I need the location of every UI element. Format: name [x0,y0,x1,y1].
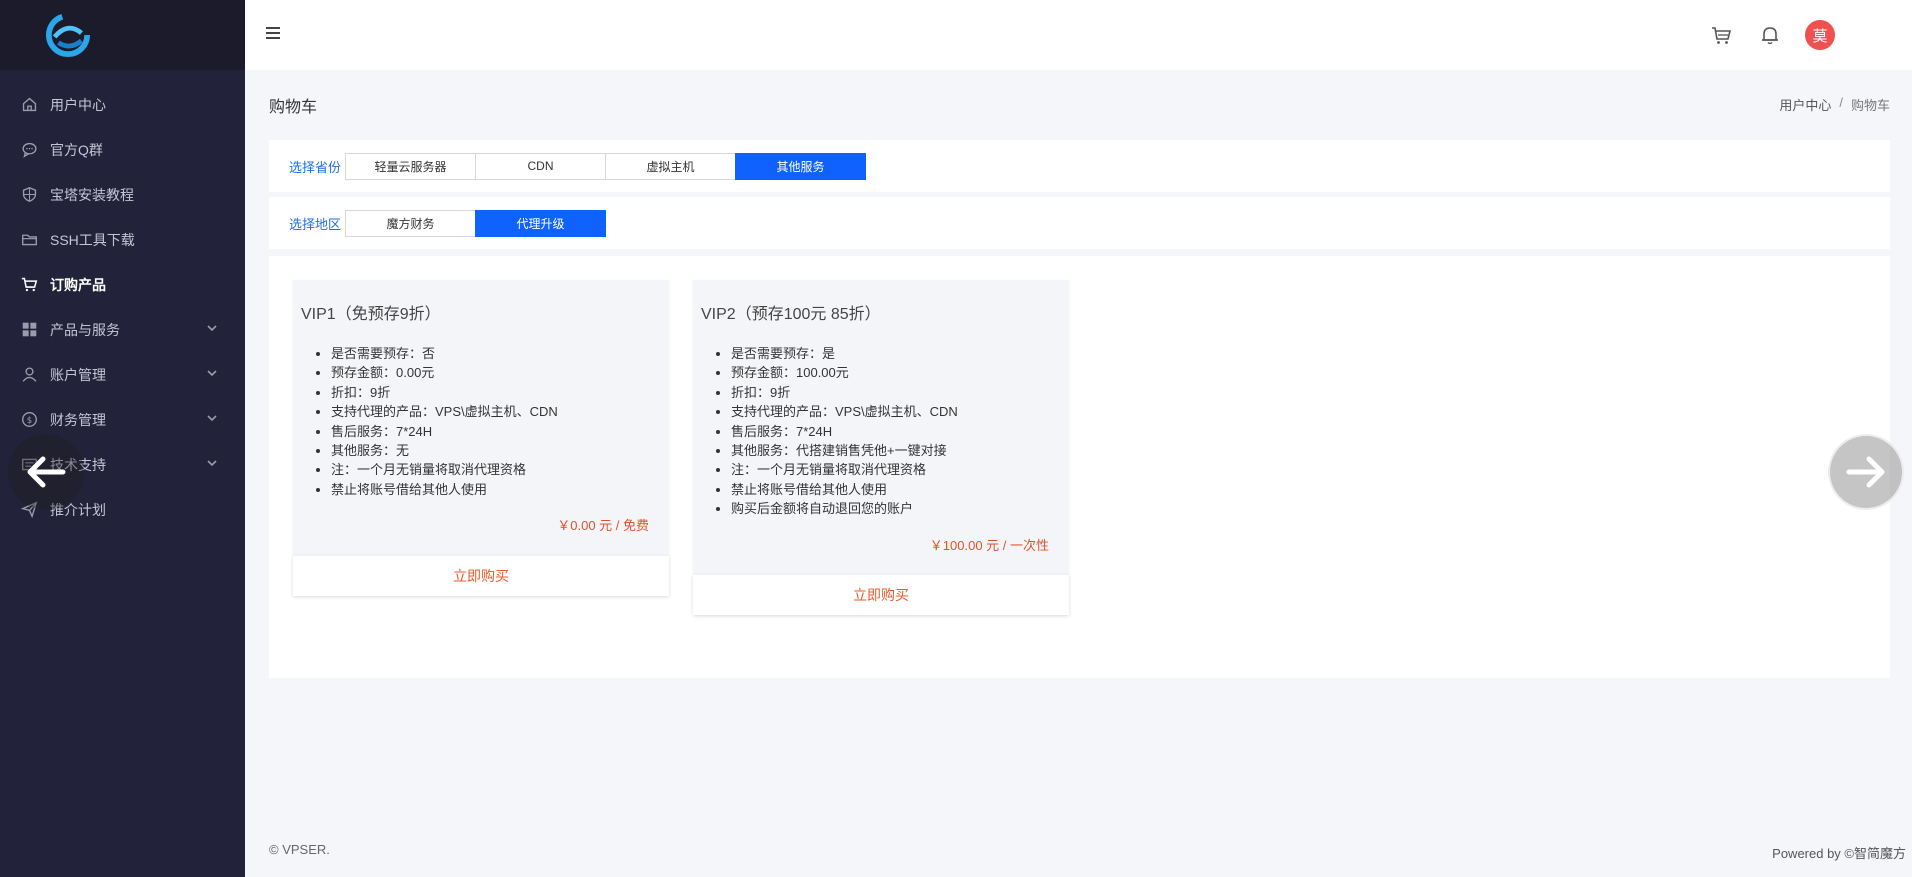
breadcrumb-separator: / [1839,95,1843,110]
feature-item: 预存金额：100.00元 [731,363,1069,382]
product-price: ￥100.00 元 / 一次性 [929,537,1049,553]
feature-item: 折扣：9折 [331,383,669,402]
sidebar-item-label: 用户中心 [50,96,106,113]
arrow-right-icon [1846,456,1885,488]
dollar-icon: $ [20,411,38,429]
product-price: ￥0.00 元 / 免费 [557,518,649,534]
feature-item: 注：一个月无销量将取消代理资格 [331,460,669,479]
buy-now-button[interactable]: 立即购买 [693,575,1069,615]
region-segmented-control: 魔方财务 代理升级 [345,209,606,237]
product-features: 是否需要预存：否 预存金额：0.00元 折扣：9折 支持代理的产品：VPS\虚拟… [293,324,669,499]
breadcrumb: 用户中心 / 购物车 [1779,95,1890,114]
sidebar-item-label: 订购产品 [50,276,106,293]
feature-item: 支持代理的产品：VPS\虚拟主机、CDN [731,402,1069,421]
svg-text:$: $ [26,416,31,426]
products-panel: VIP1（免预存9折） 是否需要预存：否 预存金额：0.00元 折扣：9折 支持… [269,256,1890,678]
tab-other-services[interactable]: 其他服务 [735,152,866,180]
topbar: 莫 [245,0,1912,70]
product-title: VIP1（免预存9折） [301,306,441,323]
province-segmented-control: 轻量云服务器 CDN 虚拟主机 其他服务 [345,152,866,180]
folder-icon [20,231,38,249]
product-title: VIP2（预存100元 85折） [701,306,881,323]
tab-lightweight-cloud-server[interactable]: 轻量云服务器 [345,152,476,180]
feature-item: 购买后金额将自动退回您的账户 [731,499,1069,518]
carousel-prev-button[interactable] [8,434,84,510]
sidebar-item-label: 宝塔安装教程 [50,186,134,203]
home-icon [20,96,38,114]
shopping-cart-icon[interactable] [1710,24,1732,46]
sidebar-item-label: 产品与服务 [50,321,120,338]
hamburger-menu-icon[interactable] [264,24,282,42]
chat-icon [20,141,38,159]
chevron-down-icon [207,415,217,422]
sidebar-item-user-center[interactable]: 用户中心 [0,82,245,127]
region-filter-row: 选择地区 魔方财务 代理升级 [269,197,1890,249]
shield-icon [20,186,38,204]
region-filter-label: 选择地区 [289,216,342,232]
feature-item: 是否需要预存：是 [731,344,1069,363]
sidebar-item-order-products[interactable]: 订购产品 [0,262,245,307]
feature-item: 禁止将账号借给其他人使用 [331,480,669,499]
feature-item: 是否需要预存：否 [331,344,669,363]
breadcrumb-current: 购物车 [1850,98,1890,113]
feature-item: 售后服务：7*24H [731,422,1069,441]
feature-item: 其他服务：代搭建销售凭他+一键对接 [731,441,1069,460]
product-card-vip2: VIP2（预存100元 85折） 是否需要预存：是 预存金额：100.00元 折… [693,280,1069,615]
carousel-next-button[interactable] [1828,434,1904,510]
sidebar-item-label: SSH工具下载 [50,231,135,248]
sidebar-item-label: 财务管理 [50,411,106,428]
feature-item: 注：一个月无销量将取消代理资格 [731,460,1069,479]
product-card-vip1: VIP1（免预存9折） 是否需要预存：否 预存金额：0.00元 折扣：9折 支持… [293,280,669,596]
feature-item: 预存金额：0.00元 [331,363,669,382]
tab-agent-upgrade[interactable]: 代理升级 [475,209,606,237]
sidebar-item-ssh-download[interactable]: SSH工具下载 [0,217,245,262]
footer-copyright: © VPSER. [269,842,330,857]
logo-icon [45,12,91,58]
feature-item: 支持代理的产品：VPS\虚拟主机、CDN [331,402,669,421]
user-icon [20,366,38,384]
tab-mofang-finance[interactable]: 魔方财务 [345,209,476,237]
avatar[interactable]: 莫 [1805,20,1835,50]
logo[interactable] [0,0,245,70]
sidebar-item-qq-group[interactable]: 官方Q群 [0,127,245,172]
sidebar-item-label: 官方Q群 [50,141,103,158]
product-features: 是否需要预存：是 预存金额：100.00元 折扣：9折 支持代理的产品：VPS\… [693,324,1069,519]
cart-icon [20,276,38,294]
tab-cdn[interactable]: CDN [475,152,606,180]
chevron-down-icon [207,370,217,377]
chevron-down-icon [207,325,217,332]
feature-item: 售后服务：7*24H [331,422,669,441]
grid-icon [20,321,38,339]
feature-item: 禁止将账号借给其他人使用 [731,480,1069,499]
sidebar-item-label: 账户管理 [50,366,106,383]
sidebar-item-products-services[interactable]: 产品与服务 [0,307,245,352]
notification-bell-icon[interactable] [1759,24,1781,46]
buy-now-button[interactable]: 立即购买 [293,556,669,596]
sidebar-item-bt-tutorial[interactable]: 宝塔安装教程 [0,172,245,217]
chevron-down-icon [207,460,217,467]
breadcrumb-home-link[interactable]: 用户中心 [1779,95,1831,114]
feature-item: 折扣：9折 [731,383,1069,402]
page-title: 购物车 [269,99,318,116]
province-filter-label: 选择省份 [289,159,342,175]
province-filter-row: 选择省份 轻量云服务器 CDN 虚拟主机 其他服务 [269,140,1890,192]
footer-powered-by: Powered by ©智简魔方 [1772,846,1906,861]
sidebar-item-account[interactable]: 账户管理 [0,352,245,397]
feature-item: 其他服务：无 [331,441,669,460]
tab-virtual-host[interactable]: 虚拟主机 [605,152,736,180]
arrow-left-icon [27,456,66,488]
